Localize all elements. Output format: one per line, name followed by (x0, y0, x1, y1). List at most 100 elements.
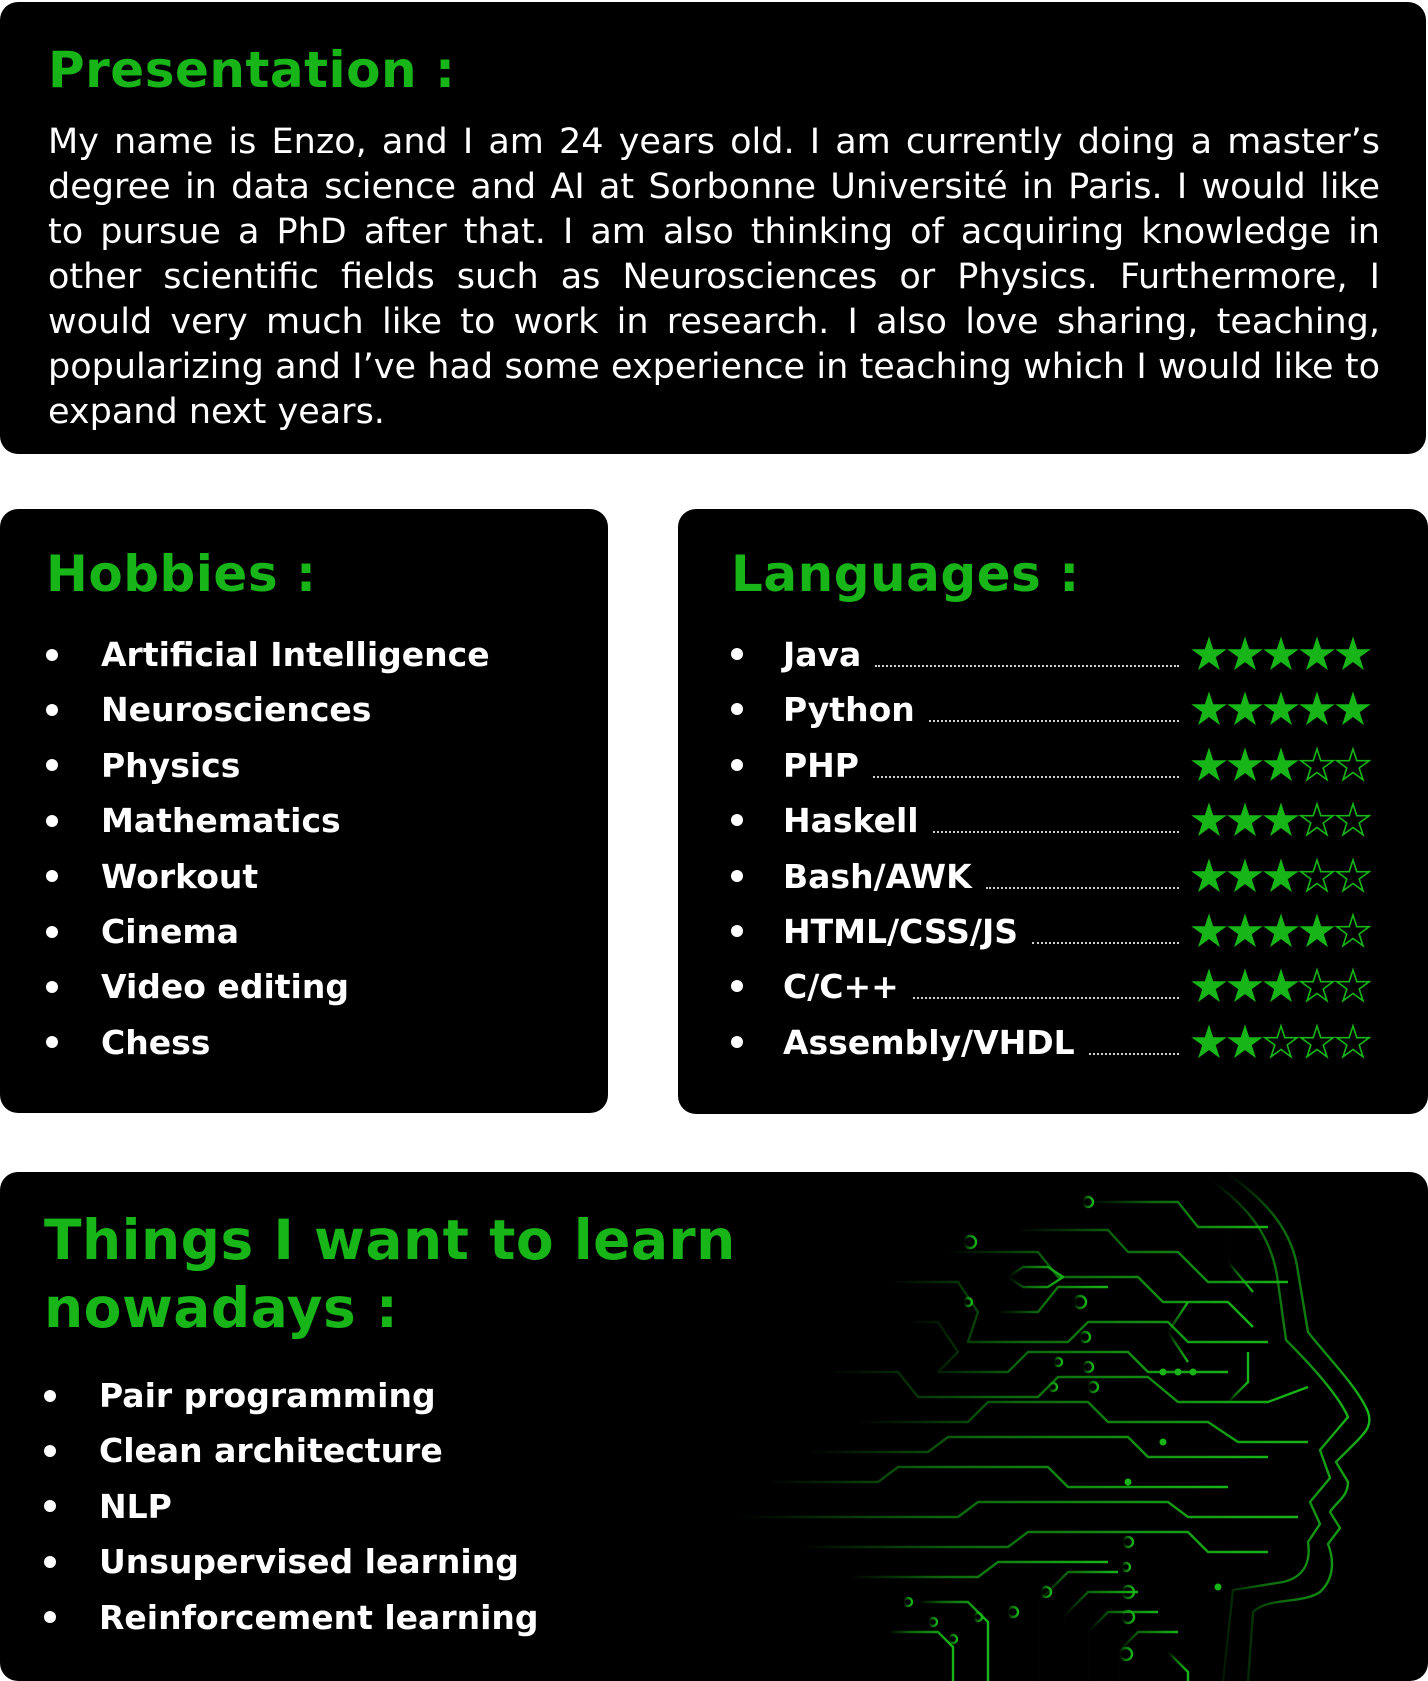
language-name: Python (783, 690, 915, 730)
bullet-icon (46, 814, 58, 827)
language-row: Assembly/VHDL (731, 1015, 1371, 1070)
hobby-item: Workout (46, 849, 608, 904)
star-empty-icon (1334, 1023, 1371, 1059)
presentation-title: Presentation : (48, 41, 456, 99)
languages-card: Languages : Java Python PHP Haskell Bash/AWK… (678, 509, 1428, 1114)
learn-card: Things I want to learn nowadays : Pair p… (0, 1172, 1428, 1681)
bullet-icon (731, 648, 743, 660)
learn-label: Pair programming (99, 1376, 436, 1415)
learn-item: NLP (44, 1479, 1428, 1534)
star-empty-icon (1262, 1023, 1300, 1059)
language-row: PHP (731, 738, 1371, 793)
bullet-icon (731, 703, 743, 716)
star-filled-icon (1227, 802, 1263, 837)
learn-list: Pair programming Clean architecture NLP Uns… (44, 1368, 1428, 1645)
bullet-icon (731, 814, 743, 827)
star-empty-icon (1298, 1023, 1336, 1059)
star-filled-icon (1191, 968, 1227, 1003)
star-filled-icon (1335, 691, 1371, 726)
star-filled-icon (1191, 913, 1227, 948)
hobby-label: Video editing (101, 967, 349, 1007)
bullet-icon (44, 1611, 56, 1624)
language-row: Haskell (731, 793, 1371, 848)
hobbies-title: Hobbies : (46, 545, 317, 603)
star-empty-icon (1298, 746, 1336, 782)
rating-stars (1191, 801, 1371, 838)
rating-stars (1191, 967, 1371, 1004)
bullet-icon (46, 1036, 58, 1049)
dotted-leader (875, 665, 1179, 667)
bullet-icon (44, 1500, 56, 1513)
language-name: HTML/CSS/JS (783, 912, 1019, 951)
star-filled-icon (1335, 636, 1371, 671)
hobby-label: Physics (101, 745, 241, 785)
learn-label: Reinforcement learning (99, 1597, 539, 1637)
star-filled-icon (1227, 636, 1263, 671)
star-empty-icon (1334, 801, 1371, 838)
learn-item: Unsupervised learning (44, 1534, 1428, 1589)
star-filled-icon (1263, 913, 1299, 948)
bullet-icon (46, 648, 58, 661)
learn-item: Clean architecture (44, 1423, 1428, 1478)
rating-stars (1191, 1023, 1371, 1059)
hobby-item: Video editing (46, 959, 608, 1014)
learn-title-line-2: nowadays : (44, 1276, 399, 1340)
star-filled-icon (1227, 1024, 1263, 1058)
dotted-leader (929, 720, 1179, 723)
learn-label: Clean architecture (99, 1431, 443, 1471)
hobby-label: Cinema (101, 911, 240, 951)
hobby-item: Mathematics (46, 793, 608, 848)
star-filled-icon (1191, 691, 1227, 726)
star-empty-icon (1298, 857, 1336, 893)
bullet-icon (44, 1555, 56, 1568)
hobby-label: Chess (101, 1022, 211, 1062)
rating-stars (1191, 691, 1371, 726)
language-row: Java (731, 627, 1371, 682)
language-row: Python (731, 682, 1371, 737)
hobby-item: Cinema (46, 904, 608, 959)
language-name: Haskell (783, 801, 919, 841)
star-filled-icon (1191, 802, 1227, 837)
star-empty-icon (1334, 746, 1371, 782)
language-name: C/C++ (783, 967, 899, 1007)
star-filled-icon (1263, 691, 1299, 726)
presentation-card: Presentation : My name is Enzo, and I am… (0, 2, 1426, 454)
dotted-leader (986, 886, 1179, 889)
learn-item: Reinforcement learning (44, 1590, 1428, 1645)
star-filled-icon (1191, 747, 1227, 781)
hobby-item: Chess (46, 1015, 608, 1070)
rating-stars (1191, 912, 1371, 948)
bullet-icon (46, 704, 58, 717)
language-row: HTML/CSS/JS (731, 904, 1371, 959)
learn-title: Things I want to learn nowadays : (44, 1206, 1428, 1342)
star-filled-icon (1227, 913, 1263, 948)
star-filled-icon (1299, 691, 1335, 726)
dotted-leader (933, 831, 1179, 834)
star-filled-icon (1227, 968, 1263, 1003)
star-filled-icon (1191, 636, 1227, 671)
bullet-icon (46, 759, 58, 772)
bullet-icon (731, 925, 743, 937)
dotted-leader (1032, 942, 1179, 944)
languages-list: Java Python PHP Haskell Bash/AWK HTML/CSS/JS C… (731, 627, 1371, 1067)
star-filled-icon (1263, 857, 1299, 892)
learn-label: Unsupervised learning (99, 1542, 519, 1582)
hobbies-card: Hobbies : Artificial Intelligence Neurosc… (0, 509, 608, 1113)
rating-stars (1191, 746, 1371, 782)
language-name: Java (783, 635, 862, 674)
star-filled-icon (1263, 747, 1299, 781)
star-empty-icon (1298, 967, 1336, 1004)
star-empty-icon (1334, 967, 1371, 1004)
rating-stars (1191, 857, 1371, 893)
hobbies-list: Artificial Intelligence Neurosciences Phys… (46, 627, 608, 1070)
hobby-label: Mathematics (101, 801, 341, 841)
rating-stars (1191, 636, 1371, 671)
star-filled-icon (1227, 691, 1263, 726)
learn-label: NLP (99, 1486, 172, 1526)
star-filled-icon (1227, 747, 1263, 781)
bullet-icon (46, 981, 58, 994)
learn-item: Pair programming (44, 1368, 1428, 1423)
star-filled-icon (1263, 636, 1299, 671)
language-name: Assembly/VHDL (783, 1022, 1075, 1062)
dotted-leader (873, 775, 1179, 778)
